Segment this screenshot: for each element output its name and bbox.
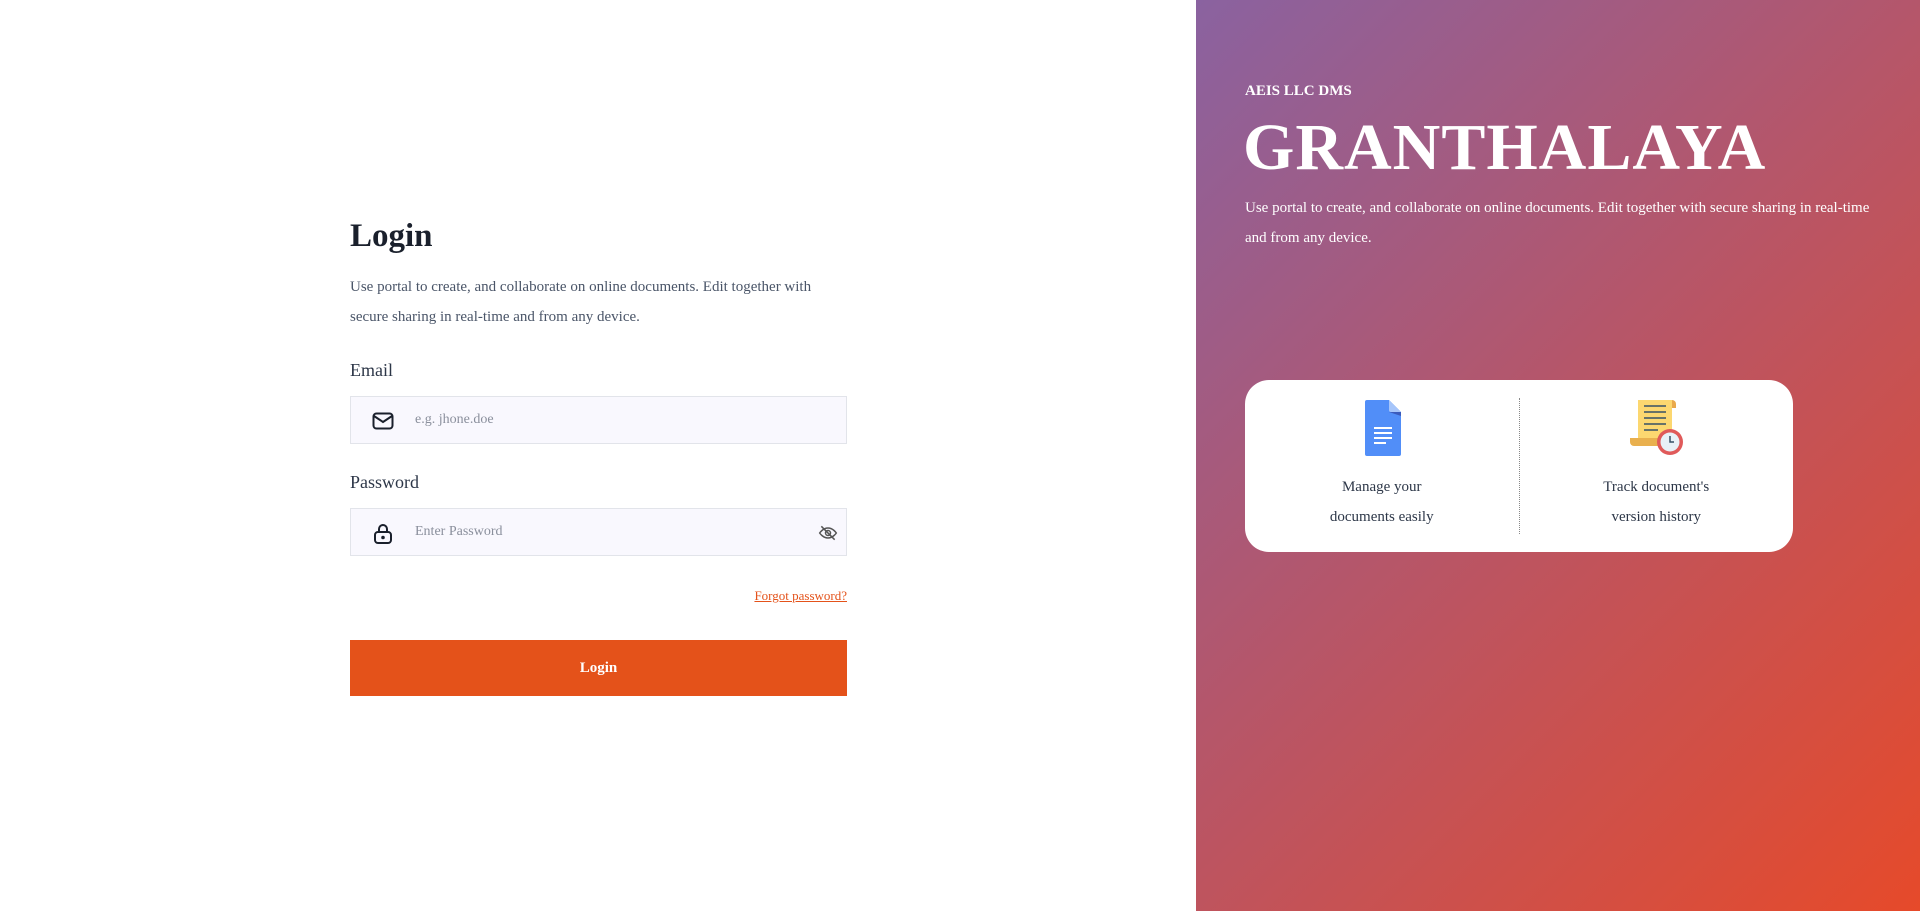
company-name: AEIS LLC DMS	[1245, 83, 1352, 99]
lock-icon	[374, 524, 392, 544]
password-input[interactable]	[415, 509, 795, 555]
forgot-password-link[interactable]: Forgot password?	[350, 588, 847, 604]
password-label: Password	[350, 472, 420, 492]
version-history-icon	[1630, 400, 1684, 455]
app-name: GRANTHALAYA	[1243, 111, 1767, 184]
login-form: Login Use portal to create, and collabor…	[350, 212, 847, 696]
page-title: Login	[350, 218, 433, 254]
email-label: Email	[350, 360, 393, 380]
features-card: Manage your documents easily Track docum…	[1245, 380, 1793, 552]
email-input[interactable]	[415, 397, 795, 443]
feature-label: Manage your documents easily	[1329, 479, 1434, 525]
document-icon	[1364, 400, 1401, 456]
mail-icon	[372, 412, 394, 430]
feature-manage-documents: Manage your documents easily	[1245, 380, 1519, 552]
login-description: Use portal to create, and collaborate on…	[350, 279, 812, 325]
eye-off-icon[interactable]	[818, 523, 838, 543]
email-field-wrapper	[350, 396, 847, 444]
brand-description: Use portal to create, and collaborate on…	[1245, 200, 1870, 246]
feature-version-history: Track document's version history	[1520, 380, 1794, 552]
login-button[interactable]: Login	[350, 640, 847, 696]
brand-panel: AEIS LLC DMS GRANTHALAYA Use portal to c…	[1196, 0, 1920, 911]
feature-label: Track document's version history	[1603, 479, 1710, 525]
login-panel: Login Use portal to create, and collabor…	[0, 0, 1196, 911]
password-field-wrapper	[350, 508, 847, 556]
